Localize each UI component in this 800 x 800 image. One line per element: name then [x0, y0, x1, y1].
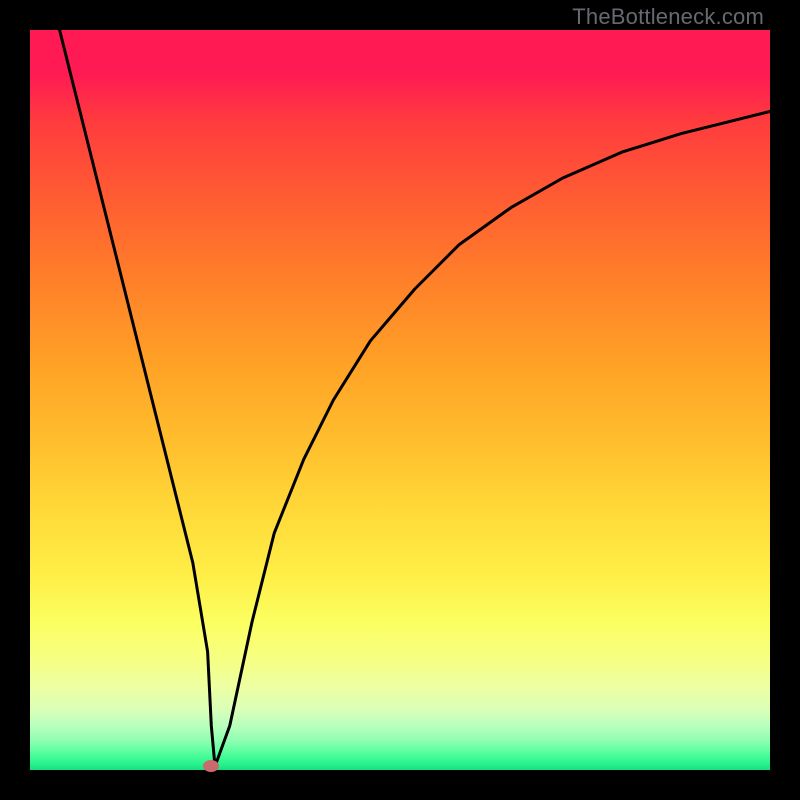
chart-frame — [30, 30, 770, 770]
chart-curve-svg — [30, 30, 770, 770]
watermark-text: TheBottleneck.com — [572, 4, 764, 30]
bottleneck-curve-path — [60, 30, 770, 766]
optimal-point-marker — [203, 760, 219, 772]
